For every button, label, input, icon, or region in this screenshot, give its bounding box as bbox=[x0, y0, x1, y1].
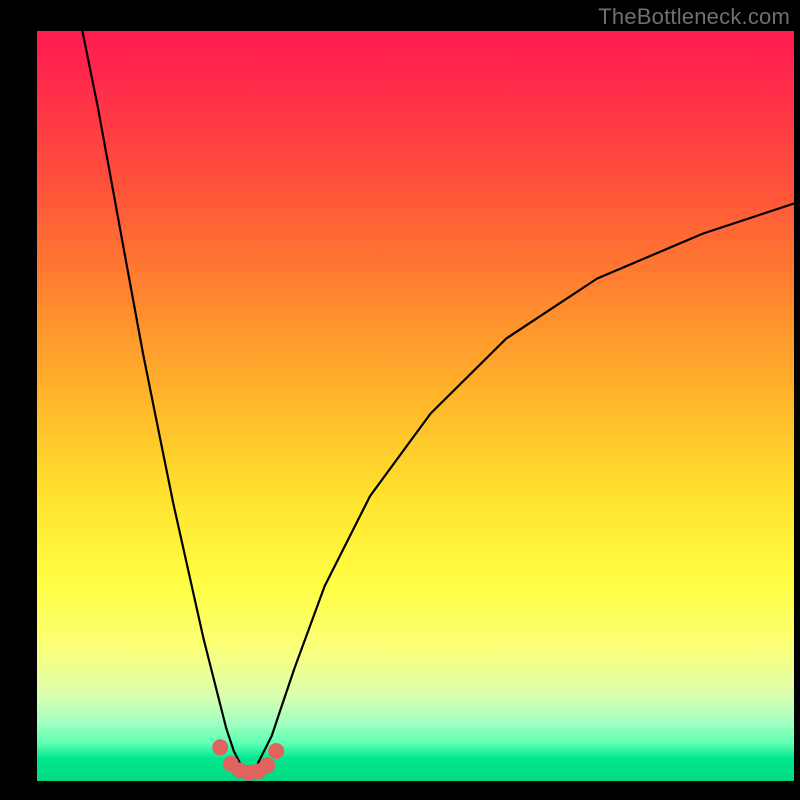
chart-frame: TheBottleneck.com bbox=[0, 0, 800, 800]
plot-area bbox=[37, 31, 794, 781]
curve-right bbox=[249, 204, 794, 774]
watermark-text: TheBottleneck.com bbox=[598, 4, 790, 30]
sample-point bbox=[259, 757, 275, 773]
sample-point bbox=[212, 739, 228, 755]
sample-point bbox=[268, 743, 284, 759]
curve-left bbox=[82, 31, 249, 774]
curve-layer bbox=[37, 31, 794, 781]
